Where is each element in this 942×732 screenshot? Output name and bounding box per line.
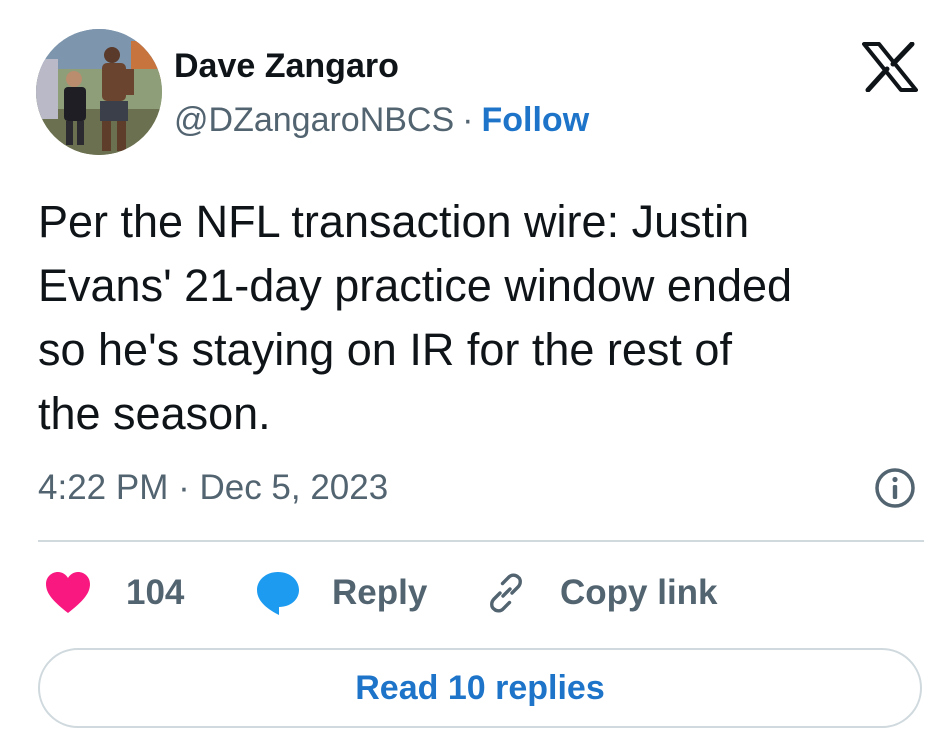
profile-photo xyxy=(36,29,162,155)
reply-label: Reply xyxy=(332,573,428,612)
separator-dot: · xyxy=(462,101,474,139)
divider xyxy=(38,540,924,542)
author-handle[interactable]: @DZangaroNBCS xyxy=(174,101,454,139)
like-count: 104 xyxy=(126,573,185,612)
avatar[interactable] xyxy=(36,29,162,155)
info-icon[interactable] xyxy=(873,466,917,510)
author-name[interactable]: Dave Zangaro xyxy=(174,44,399,88)
heart-icon xyxy=(46,572,90,613)
link-icon xyxy=(490,573,522,613)
follow-button[interactable]: Follow xyxy=(482,101,590,139)
tweet-text: Per the NFL transaction wire: Justin Eva… xyxy=(38,196,793,439)
copy-link-button[interactable]: Copy link xyxy=(484,568,718,618)
speech-bubble-icon xyxy=(257,572,299,615)
x-logo-icon[interactable] xyxy=(862,41,918,93)
tweet-timestamp[interactable]: 4:22 PM · Dec 5, 2023 xyxy=(38,466,388,510)
reply-button[interactable]: Reply xyxy=(254,568,427,618)
copy-link-label: Copy link xyxy=(560,573,718,612)
author-handle-row: @DZangaroNBCS · Follow xyxy=(174,98,589,142)
like-button[interactable]: 104 xyxy=(44,568,184,618)
read-replies-button[interactable]: Read 10 replies xyxy=(38,648,922,728)
